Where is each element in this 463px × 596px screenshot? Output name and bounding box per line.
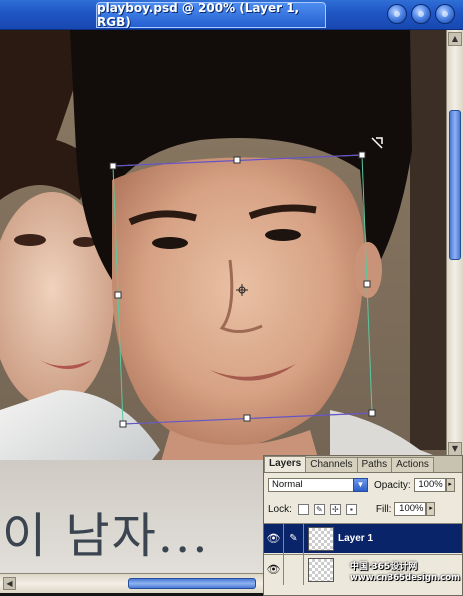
scroll-left-icon[interactable]: ◀ (3, 577, 16, 590)
transform-handle[interactable] (109, 162, 117, 170)
opacity-field[interactable]: 100% (413, 478, 446, 492)
close-icon[interactable] (435, 4, 455, 24)
watermark-line2: www.cn365design.com (350, 573, 460, 583)
scroll-up-icon[interactable]: ▲ (448, 32, 462, 46)
brush-icon: ✎ (284, 523, 304, 554)
lock-icon[interactable]: ▪ (345, 503, 357, 515)
move-icon[interactable]: ✢ (329, 503, 341, 515)
layer-name: Layer 1 (338, 533, 374, 544)
transform-handle[interactable] (363, 280, 371, 288)
transform-handle[interactable] (358, 151, 366, 159)
vertical-scrollbar[interactable]: ▲ ▼ (446, 30, 463, 460)
fill-arrow-icon[interactable]: ▸ (426, 502, 436, 516)
eye-icon[interactable]: 👁 (264, 523, 284, 554)
document-title: playboy.psd @ 200% (Layer 1, RGB) (96, 1, 326, 29)
canvas-overlay-text: 이 남자... (2, 508, 210, 564)
lock-transparency-icon[interactable] (297, 503, 309, 515)
tab-channels[interactable]: Channels (305, 457, 358, 472)
layer-thumbnail (308, 557, 334, 582)
fill-label: Fill: (375, 503, 392, 515)
transform-handle[interactable] (233, 156, 241, 164)
transform-handle[interactable] (368, 409, 376, 417)
vertical-scroll-thumb[interactable] (449, 110, 461, 260)
blend-opacity-row: Normal ▼ Opacity: 100% ▸ (268, 478, 455, 492)
transform-handle[interactable] (119, 420, 127, 428)
chevron-down-icon[interactable]: ▼ (353, 478, 368, 492)
tab-actions[interactable]: Actions (391, 457, 434, 472)
watermark-line1: 中国·365设计网 (350, 562, 418, 572)
brush-icon[interactable]: ✎ (313, 503, 325, 515)
blend-mode-value: Normal (272, 479, 303, 490)
window-controls (387, 4, 455, 24)
transform-handle[interactable] (114, 291, 122, 299)
scroll-down-icon[interactable]: ▼ (448, 442, 462, 456)
title-bar: playboy.psd @ 200% (Layer 1, RGB) (0, 0, 463, 30)
horizontal-scrollbar[interactable]: ◀ (0, 573, 263, 593)
lock-label: Lock: (268, 503, 292, 515)
minimize-icon[interactable] (387, 4, 407, 24)
blend-mode-select[interactable]: Normal ▼ (268, 478, 368, 492)
watermark: 中国·365设计网 www.cn365design.com (350, 562, 463, 584)
link-slot[interactable] (284, 554, 304, 585)
tab-layers[interactable]: Layers (264, 456, 307, 472)
palette-tabs: Layers Channels Paths Actions (264, 456, 462, 473)
opacity-arrow-icon[interactable]: ▸ (445, 478, 455, 492)
lock-fill-row: Lock: ✎ ✢ ▪ Fill: 100% ▸ (268, 502, 436, 516)
transform-handle[interactable] (243, 414, 251, 422)
fill-field[interactable]: 100% (394, 502, 427, 516)
layer-thumbnail (308, 526, 334, 551)
eye-icon[interactable]: 👁 (264, 554, 284, 585)
layer-row[interactable]: 👁 ✎ Layer 1 (264, 523, 462, 554)
horizontal-scroll-thumb[interactable] (128, 578, 256, 589)
opacity-label: Opacity: (374, 479, 411, 491)
maximize-icon[interactable] (411, 4, 431, 24)
tab-paths[interactable]: Paths (356, 457, 393, 472)
